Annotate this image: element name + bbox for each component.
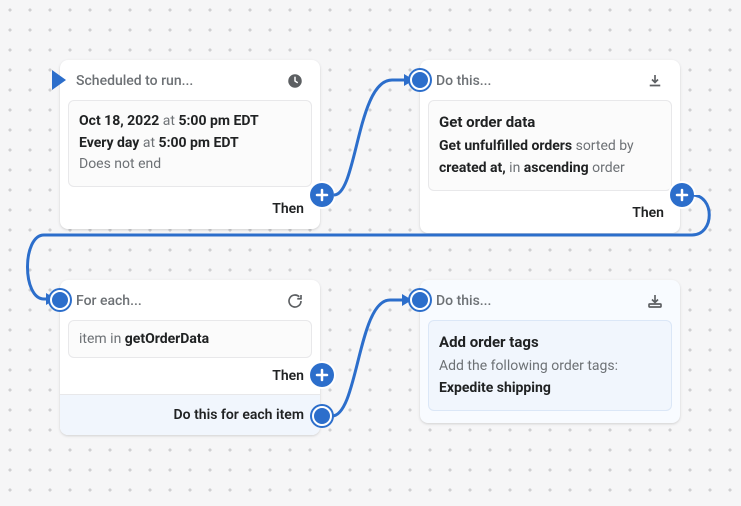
play-icon	[52, 70, 66, 90]
action-details: Get order data Get unfulfilled orders so…	[428, 100, 672, 191]
card-header: For each...	[60, 280, 320, 320]
add-step-button[interactable]	[310, 183, 334, 207]
get-orders-card[interactable]: Do this... Get order data Get unfulfille…	[420, 60, 680, 233]
card-title: For each...	[76, 293, 142, 309]
scheduled-card[interactable]: Scheduled to run... Oct 18, 2022 at 5:00…	[60, 60, 320, 229]
then-label: Then	[60, 195, 320, 229]
node-connector-dot	[410, 290, 430, 310]
node-connector-dot	[410, 70, 430, 90]
add-step-button[interactable]	[310, 363, 334, 387]
add-tags-card[interactable]: Do this... Add order tags Add the follow…	[420, 280, 680, 423]
then-label: Then	[420, 199, 680, 233]
card-title: Do this...	[436, 73, 491, 89]
connector-arrow	[330, 280, 422, 430]
foreach-footer: Do this for each item	[60, 394, 320, 435]
action-details: Add order tags Add the following order t…	[428, 320, 672, 411]
connector-arrow	[332, 60, 422, 200]
card-title: Do this...	[436, 293, 491, 309]
clock-icon	[286, 72, 304, 90]
add-step-button[interactable]	[670, 183, 694, 207]
card-title: Scheduled to run...	[76, 73, 193, 89]
import-icon	[646, 292, 664, 310]
loop-icon	[286, 292, 304, 310]
download-icon	[646, 72, 664, 90]
card-header: Do this...	[420, 60, 680, 100]
foreach-expression: item in getOrderData	[68, 320, 312, 358]
foreach-card[interactable]: For each... item in getOrderData Then Do…	[60, 280, 320, 435]
node-connector-dot	[50, 290, 70, 310]
then-label: Then	[60, 358, 320, 394]
card-header: Scheduled to run...	[60, 60, 320, 100]
schedule-details: Oct 18, 2022 at 5:00 pm EDT Every day at…	[68, 100, 312, 187]
card-header: Do this...	[420, 280, 680, 320]
node-connector-dot	[312, 406, 332, 426]
